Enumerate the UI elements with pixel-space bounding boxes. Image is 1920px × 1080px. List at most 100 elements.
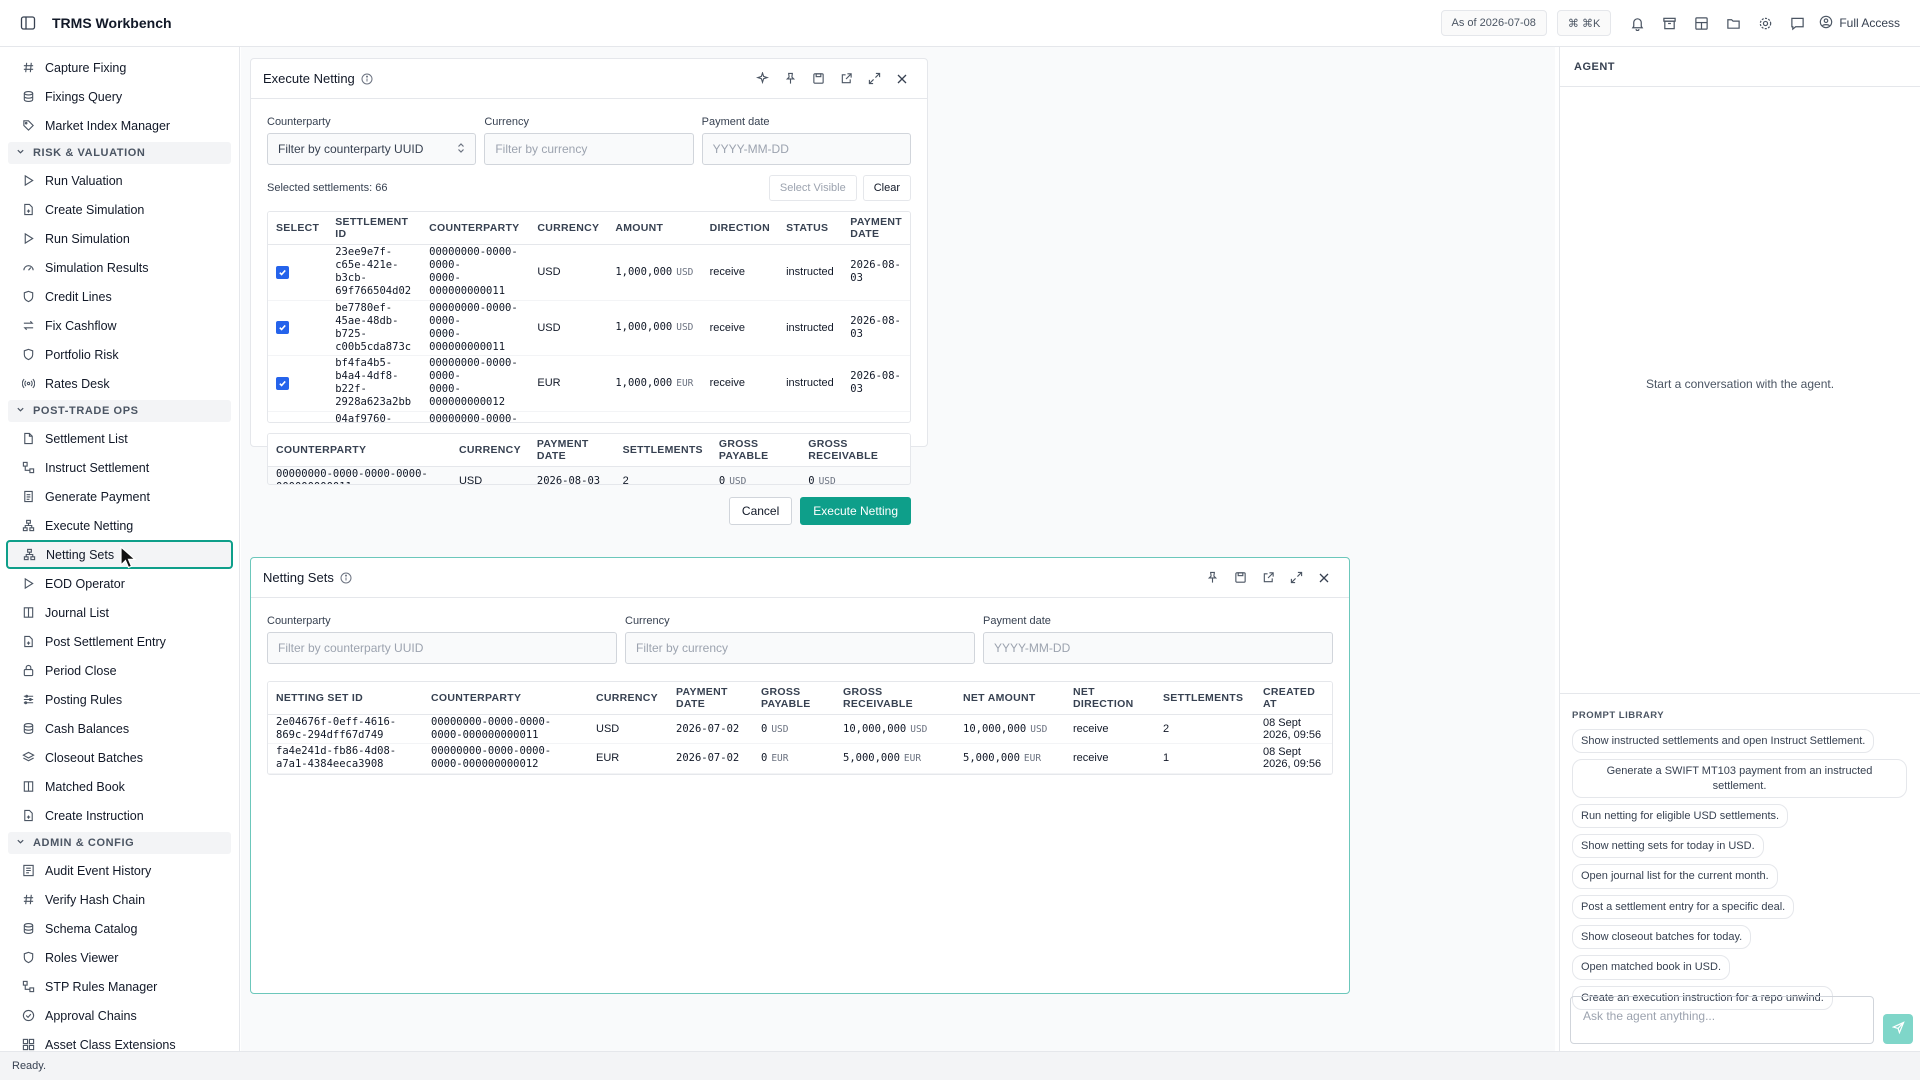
access-badge[interactable]: Full Access [1819,15,1900,32]
agent-input[interactable]: Ask the agent anything... [1570,996,1874,1044]
pin-icon[interactable] [1199,565,1225,591]
sidebar-item-generate-payment[interactable]: Generate Payment [6,482,233,511]
sidebar-item-matched-book[interactable]: Matched Book [6,772,233,801]
select-cell[interactable] [268,244,328,301]
column-header-status[interactable]: STATUS [778,212,843,245]
prompt-chip[interactable]: Show instructed settlements and open Ins… [1572,729,1875,754]
info-icon[interactable] [340,572,352,584]
sidebar-item-eod-operator[interactable]: EOD Operator [6,569,233,598]
sidebar-section-post-trade-ops[interactable]: POST-TRADE OPS [8,400,231,422]
row-checkbox[interactable] [276,265,289,279]
column-header-amount[interactable]: AMOUNT [607,212,702,245]
prompt-chip[interactable]: Open journal list for the current month. [1572,864,1778,889]
select-cell[interactable] [268,300,328,356]
command-palette-chip[interactable]: ⌘ ⌘K [1556,10,1612,36]
sidebar-item-create-simulation[interactable]: Create Simulation [6,195,233,224]
save-icon[interactable] [1227,565,1253,591]
maximize-icon[interactable] [861,66,887,92]
prompt-chip[interactable]: Generate a SWIFT MT103 payment from an i… [1572,759,1907,798]
column-header-gross-payable[interactable]: GROSS PAYABLE [710,434,801,467]
column-header-settlements[interactable]: SETTLEMENTS [1155,682,1255,715]
execute-netting-button[interactable]: Execute Netting [800,497,911,525]
sidebar-item-schema-catalog[interactable]: Schema Catalog [6,914,233,943]
sidebar-item-rates-desk[interactable]: Rates Desk [6,369,233,398]
sidebar-section-admin-config[interactable]: ADMIN & CONFIG [8,832,231,854]
save-icon[interactable] [805,66,831,92]
column-header-gross-receivable[interactable]: GROSS RECEIVABLE [800,434,910,467]
layout-icon[interactable] [1685,9,1717,37]
select-cell[interactable] [268,355,328,412]
prompt-chip[interactable]: Open matched book in USD. [1572,955,1731,980]
sidebar-item-create-instruction[interactable]: Create Instruction [6,801,233,830]
column-header-gross-payable[interactable]: GROSS PAYABLE [753,682,835,715]
column-header-counterparty[interactable]: COUNTERPARTY [268,434,451,467]
sidebar-item-run-valuation[interactable]: Run Valuation [6,166,233,195]
send-button[interactable] [1883,1014,1913,1044]
sidebar-item-stp-rules-manager[interactable]: STP Rules Manager [6,972,233,1001]
sidebar-item-portfolio-risk[interactable]: Portfolio Risk [6,340,233,369]
sidebar-item-capture-fixing[interactable]: Capture Fixing [6,53,233,82]
sidebar-item-market-index-manager[interactable]: Market Index Manager [6,111,233,140]
pin-icon[interactable] [777,66,803,92]
clear-button[interactable]: Clear [862,175,911,201]
column-header-settlement-id[interactable]: SETTLEMENT ID [327,212,422,245]
sidebar-item-instruct-settlement[interactable]: Instruct Settlement [6,453,233,482]
as-of-date-chip[interactable]: As of 2026-07-08 [1440,10,1547,36]
sidebar-item-asset-class-extensions[interactable]: Asset Class Extensions [6,1030,233,1051]
sidebar-item-fixings-query[interactable]: Fixings Query [6,82,233,111]
table-row[interactable]: 04af9760-9396-4f8c-b3df-02598a1356be0000… [268,411,910,422]
sidebar-item-cash-balances[interactable]: Cash Balances [6,714,233,743]
prompt-chip[interactable]: Show closeout batches for today. [1572,925,1752,950]
close-icon[interactable] [1311,565,1337,591]
sidebar-item-verify-hash-chain[interactable]: Verify Hash Chain [6,885,233,914]
sidebar-toggle-icon[interactable] [20,15,36,31]
column-header-settlements[interactable]: SETTLEMENTS [614,434,711,467]
column-header-created-at[interactable]: CREATED AT [1255,682,1332,715]
column-header-gross-receivable[interactable]: GROSS RECEIVABLE [835,682,955,715]
column-header-netting-set-id[interactable]: NETTING SET ID [268,682,423,715]
sidebar-item-audit-event-history[interactable]: Audit Event History [6,856,233,885]
folder-icon[interactable] [1717,9,1749,37]
row-checkbox[interactable] [276,376,289,390]
prompt-chip[interactable]: Run netting for eligible USD settlements… [1572,803,1789,829]
sidebar-item-settlement-list[interactable]: Settlement List [6,424,233,453]
table-row[interactable]: be7780ef-45ae-48db-b725-c00b5cda873c 0000… [268,300,910,356]
cancel-button[interactable]: Cancel [728,497,793,525]
table-row[interactable]: fa4e241d-fb86-4d08- a7a1-4384eeca3908 0000… [268,743,1332,774]
external-link-icon[interactable] [833,66,859,92]
table-row[interactable]: bf4fa4b5-b4a4-4df8- b22f-2928a623a2bb 0000… [268,355,910,412]
sidebar-item-period-close[interactable]: Period Close [6,656,233,685]
column-header-net-amount[interactable]: NET AMOUNT [955,682,1065,715]
archive-icon[interactable] [1653,9,1685,37]
sidebar-item-fix-cashflow[interactable]: Fix Cashflow [6,311,233,340]
column-header-net-direction[interactable]: NET DIRECTION [1065,682,1155,715]
select-cell[interactable] [268,411,328,422]
prompt-chip[interactable]: Show netting sets for today in USD. [1572,834,1764,859]
counterparty-input[interactable]: Filter by counterparty UUID [267,632,617,664]
column-header-direction[interactable]: DIRECTION [701,212,779,245]
sidebar-item-journal-list[interactable]: Journal List [6,598,233,627]
column-header-currency[interactable]: CURRENCY [529,212,608,245]
column-header-currency[interactable]: CURRENCY [450,434,529,467]
select-visible-button[interactable]: Select Visible [768,175,857,201]
counterparty-select[interactable]: Filter by counterparty UUID [267,133,477,165]
table-row[interactable]: 23ee9e7f-c65e-421e-b3cb-69f766504d02 0000… [268,244,910,301]
column-header-select[interactable]: SELECT [268,212,328,245]
payment-date-input[interactable]: YYYY-MM-DD [701,133,911,165]
bell-icon[interactable] [1621,9,1653,37]
currency-input[interactable]: Filter by currency [625,632,975,664]
column-header-counterparty[interactable]: COUNTERPARTY [421,212,530,245]
sidebar-item-run-simulation[interactable]: Run Simulation [6,224,233,253]
column-header-payment-date[interactable]: PAYMENT DATE [842,212,910,245]
column-header-counterparty[interactable]: COUNTERPARTY [423,682,588,715]
payment-date-input[interactable]: YYYY-MM-DD [983,632,1333,664]
sidebar-item-closeout-batches[interactable]: Closeout Batches [6,743,233,772]
prompt-chip[interactable]: Post a settlement entry for a specific d… [1572,894,1795,920]
sidebar-section-risk-valuation[interactable]: RISK & VALUATION [8,142,231,164]
sidebar-item-credit-lines[interactable]: Credit Lines [6,282,233,311]
info-icon[interactable] [361,73,373,85]
table-row[interactable]: 2e04676f-0eff-4616- 869c-294dff67d749 0000… [268,714,1332,745]
sidebar-item-execute-netting[interactable]: Execute Netting [6,511,233,540]
row-checkbox[interactable] [276,321,289,335]
column-header-payment-date[interactable]: PAYMENT DATE [668,682,753,715]
